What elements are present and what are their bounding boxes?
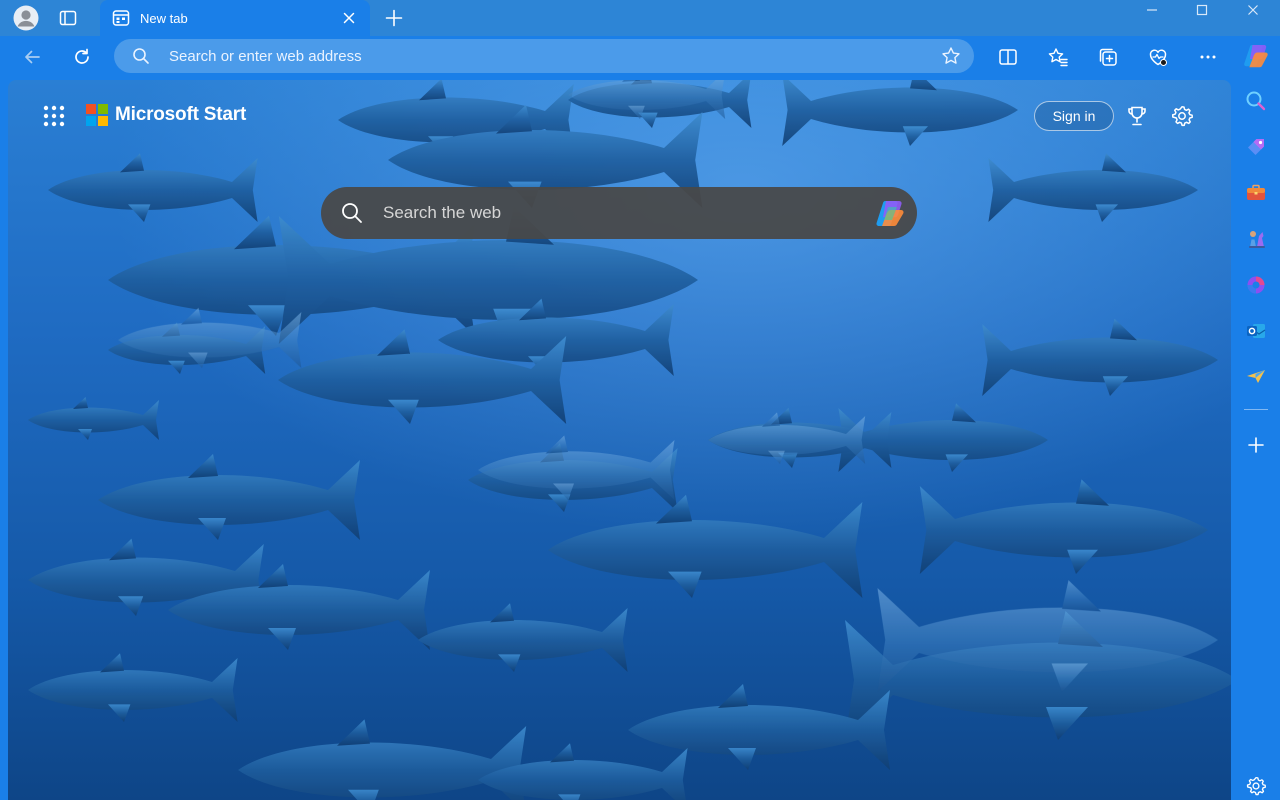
search-icon <box>1246 91 1266 111</box>
page-settings-button[interactable] <box>1167 101 1197 131</box>
sidebar-shopping-button[interactable] <box>1239 130 1273 164</box>
new-tab-page-icon <box>112 9 130 27</box>
close-window-button[interactable] <box>1228 0 1278 20</box>
refresh-button[interactable] <box>65 41 99 73</box>
sidebar-add-button[interactable] <box>1239 428 1273 462</box>
profile-avatar-icon <box>13 5 39 31</box>
games-chess-icon <box>1249 231 1265 248</box>
copilot-icon <box>876 201 904 226</box>
new-tab-page: Microsoft Start Sign in Search the web <box>8 80 1231 800</box>
minimize-button[interactable] <box>1127 0 1177 20</box>
search-icon <box>342 203 362 223</box>
page-header: Microsoft Start Sign in <box>8 80 1231 150</box>
sidebar-microsoft365-button[interactable] <box>1239 268 1273 302</box>
split-screen-icon <box>999 49 1017 65</box>
favorites-icon <box>1048 48 1068 67</box>
sidebar-search-button[interactable] <box>1239 84 1273 118</box>
outlook-icon <box>1247 324 1266 338</box>
tab-actions-button[interactable] <box>52 3 84 33</box>
edge-sidebar <box>1232 36 1280 800</box>
sidebar-tools-button[interactable] <box>1239 176 1273 210</box>
copilot-icon <box>1244 45 1268 68</box>
web-search-box[interactable]: Search the web <box>321 187 917 239</box>
plus-icon <box>385 9 403 27</box>
rewards-trophy-icon <box>1128 106 1146 126</box>
profile-button[interactable] <box>10 3 42 33</box>
back-button[interactable] <box>15 41 49 73</box>
title-bar: New tab <box>0 0 1280 36</box>
collections-icon <box>1099 48 1117 66</box>
star-icon <box>942 47 960 64</box>
tab-new-tab[interactable]: New tab <box>100 0 370 36</box>
apps-grid-icon <box>43 105 65 127</box>
minimize-icon <box>1147 9 1157 11</box>
tab-title: New tab <box>140 10 188 26</box>
new-tab-button[interactable] <box>378 3 410 33</box>
sidebar-settings-button[interactable] <box>1239 769 1273 800</box>
toolbar: Search or enter web address <box>0 36 1280 78</box>
copilot-button[interactable] <box>1239 39 1273 73</box>
maximize-button[interactable] <box>1177 0 1227 20</box>
sign-in-button[interactable]: Sign in <box>1034 101 1114 131</box>
browser-essentials-icon <box>1149 49 1167 66</box>
sidebar-outlook-button[interactable] <box>1239 314 1273 348</box>
microsoft-logo-icon <box>86 104 108 126</box>
sidebar-divider <box>1244 409 1268 410</box>
close-icon <box>1248 5 1258 15</box>
favorites-button[interactable] <box>1041 41 1075 73</box>
close-icon <box>343 12 355 24</box>
tab-actions-icon <box>59 10 77 26</box>
browser-essentials-button[interactable] <box>1141 41 1175 73</box>
copilot-search-button[interactable] <box>873 197 907 229</box>
tab-close-button[interactable] <box>338 7 360 29</box>
maximize-icon <box>1196 4 1208 16</box>
more-button[interactable] <box>1191 41 1225 73</box>
address-placeholder[interactable]: Search or enter web address <box>169 48 362 65</box>
sidebar-drop-button[interactable] <box>1239 359 1273 393</box>
refresh-icon <box>75 48 89 64</box>
split-screen-button[interactable] <box>991 41 1025 73</box>
web-search-placeholder[interactable]: Search the web <box>383 203 501 223</box>
microsoft365-icon <box>1247 276 1265 294</box>
shopping-tag-icon <box>1248 139 1264 155</box>
rewards-button[interactable] <box>1122 101 1152 131</box>
tools-briefcase-icon <box>1247 184 1265 200</box>
sidebar-games-button[interactable] <box>1239 222 1273 256</box>
address-bar[interactable]: Search or enter web address <box>114 39 974 73</box>
drop-icon <box>1247 370 1265 383</box>
brand-title[interactable]: Microsoft Start <box>115 104 246 126</box>
more-icon <box>1200 55 1216 59</box>
back-icon <box>25 50 40 64</box>
add-favorite-button[interactable] <box>940 45 962 67</box>
search-icon <box>133 48 149 64</box>
settings-gear-icon <box>1171 106 1193 127</box>
collections-button[interactable] <box>1091 41 1125 73</box>
add-icon <box>1248 437 1264 453</box>
sidebar-settings-icon <box>1246 776 1266 796</box>
apps-launcher-button[interactable] <box>40 102 68 130</box>
